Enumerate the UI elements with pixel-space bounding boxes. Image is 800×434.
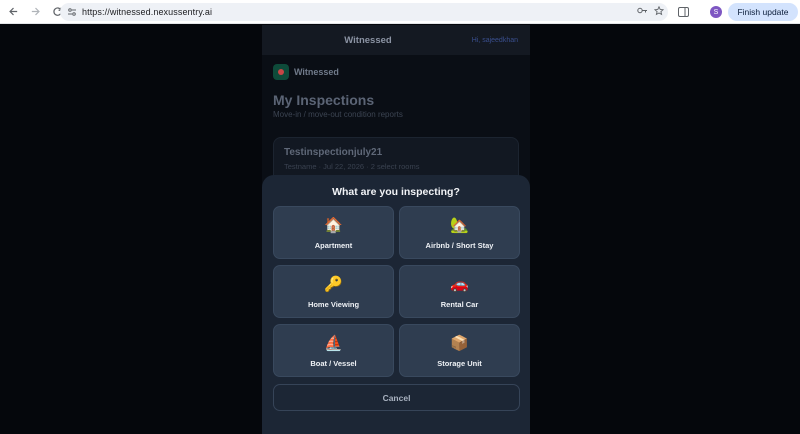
car-icon: 🚗: [450, 275, 469, 293]
brand-name: Witnessed: [294, 67, 339, 77]
option-label: Rental Car: [440, 299, 479, 309]
browser-toolbar: https://witnessed.nexussentry.ai S Finis…: [0, 0, 800, 24]
inspection-type-sheet: What are you inspecting? 🏠 Apartment 🏡 A…: [262, 175, 530, 434]
option-label: Home Viewing: [307, 299, 360, 309]
back-button[interactable]: [2, 1, 24, 23]
option-label: Apartment: [314, 240, 353, 250]
option-apartment[interactable]: 🏠 Apartment: [273, 206, 394, 259]
user-greeting[interactable]: Hi, sajeedkhan: [472, 37, 518, 44]
side-panel-icon[interactable]: [676, 5, 690, 19]
option-boat-vessel[interactable]: ⛵ Boat / Vessel: [273, 324, 394, 377]
profile-avatar[interactable]: S: [710, 6, 722, 18]
package-icon: 📦: [450, 334, 469, 352]
header-title: Witnessed: [344, 34, 392, 46]
arrow-right-icon: [31, 7, 40, 16]
finish-update-button[interactable]: Finish update: [728, 3, 798, 21]
password-key-icon[interactable]: [637, 6, 648, 18]
option-rental-car[interactable]: 🚗 Rental Car: [399, 265, 520, 318]
option-storage-unit[interactable]: 📦 Storage Unit: [399, 324, 520, 377]
site-info-icon[interactable]: [64, 4, 80, 20]
bookmark-star-icon[interactable]: [653, 5, 665, 19]
inspection-name: Testinspectionjuly21: [284, 147, 383, 158]
option-label: Airbnb / Short Stay: [425, 240, 494, 250]
forward-button[interactable]: [24, 1, 46, 23]
page-subtitle: Move-in / move-out condition reports: [273, 110, 403, 119]
house-icon: 🏠: [324, 216, 343, 234]
house-garden-icon: 🏡: [450, 216, 469, 234]
app-header: Witnessed Hi, sajeedkhan: [262, 25, 530, 55]
inspection-type-grid: 🏠 Apartment 🏡 Airbnb / Short Stay 🔑 Home…: [273, 206, 520, 377]
brand: Witnessed: [273, 64, 339, 80]
address-bar[interactable]: https://witnessed.nexussentry.ai: [60, 3, 668, 21]
witnessed-logo-icon: [273, 64, 289, 80]
key-icon: 🔑: [324, 275, 343, 293]
option-home-viewing[interactable]: 🔑 Home Viewing: [273, 265, 394, 318]
inspection-meta: Testname · Jul 22, 2026 · 2 select rooms: [284, 162, 420, 171]
sheet-title: What are you inspecting?: [332, 186, 460, 198]
page-viewport: Witnessed Hi, sajeedkhan Witnessed My In…: [0, 25, 800, 434]
arrow-left-icon: [8, 7, 17, 16]
cancel-button[interactable]: Cancel: [273, 384, 520, 411]
page-title: My Inspections: [273, 92, 375, 108]
option-label: Boat / Vessel: [310, 358, 357, 368]
url-text[interactable]: https://witnessed.nexussentry.ai: [82, 7, 212, 17]
option-airbnb-short-stay[interactable]: 🏡 Airbnb / Short Stay: [399, 206, 520, 259]
sailboat-icon: ⛵: [324, 334, 343, 352]
option-label: Storage Unit: [437, 358, 482, 368]
